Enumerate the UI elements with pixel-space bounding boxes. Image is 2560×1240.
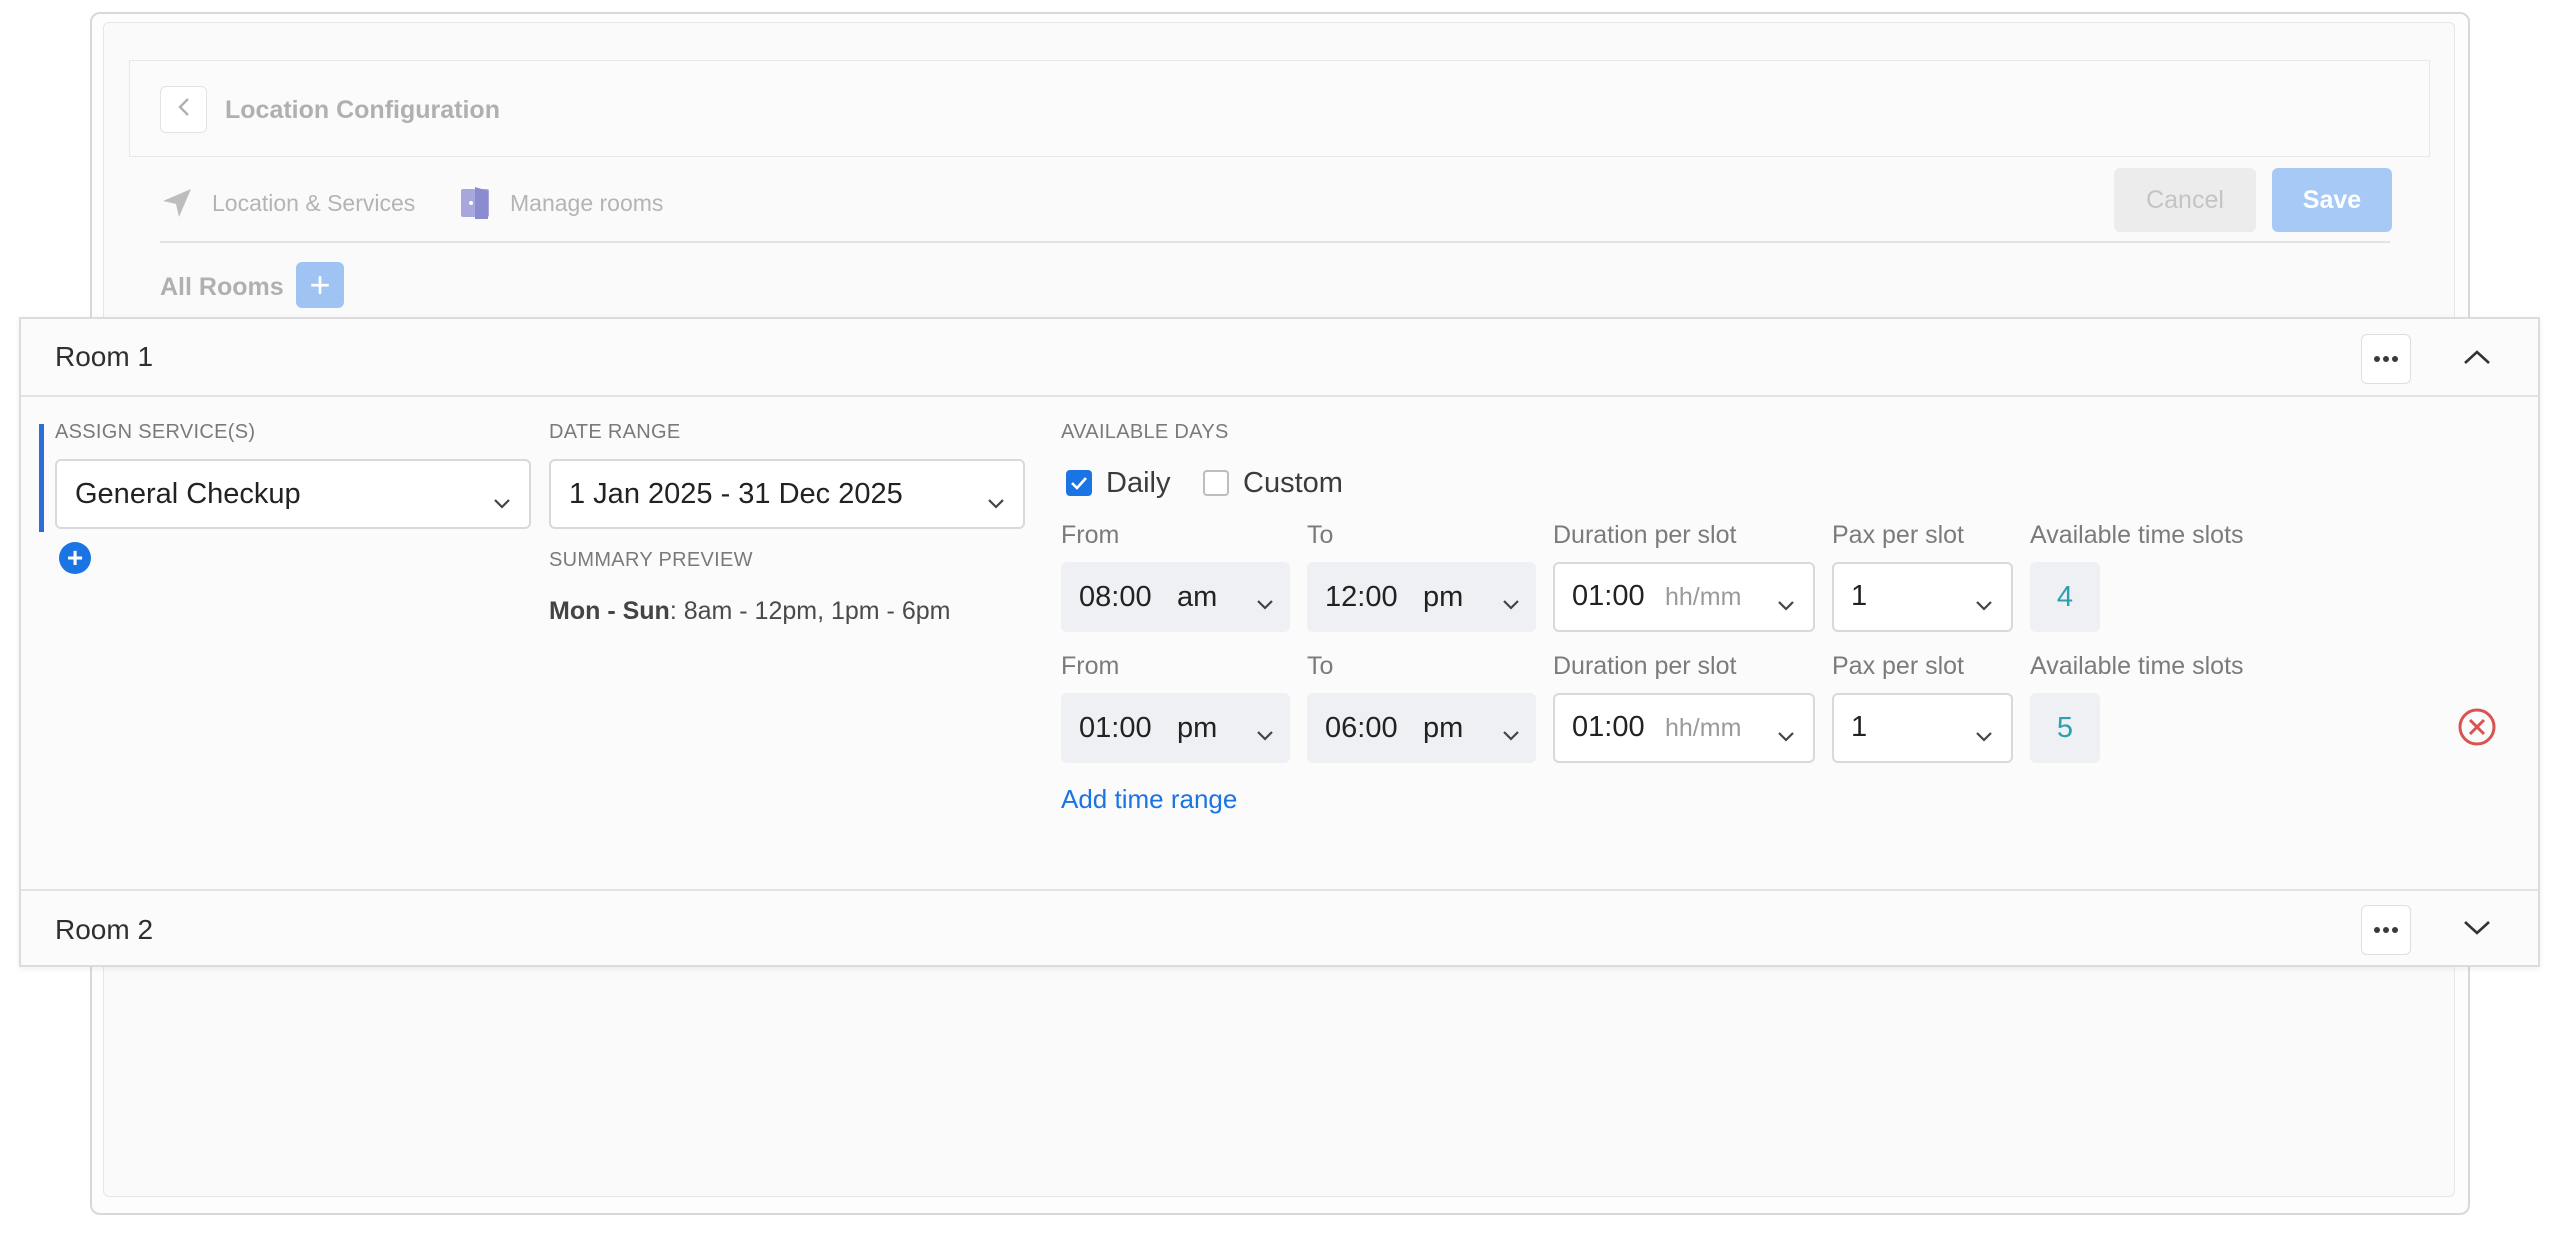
active-indicator bbox=[39, 424, 44, 532]
room2-header[interactable]: Room 2 bbox=[21, 889, 2538, 967]
chevron-down-icon bbox=[1975, 587, 1993, 620]
date-range-label: DATE RANGE bbox=[549, 421, 681, 443]
tabs-divider bbox=[160, 241, 2390, 243]
page-title: Location Configuration bbox=[225, 96, 500, 124]
pax-select[interactable]: 1 bbox=[1832, 562, 2013, 632]
available-days-label: AVAILABLE DAYS bbox=[1061, 421, 1229, 443]
remove-time-range-icon[interactable] bbox=[2457, 707, 2497, 747]
from-time-value: 08:00 bbox=[1079, 580, 1152, 613]
back-button[interactable] bbox=[160, 86, 207, 133]
tab-label: Location & Services bbox=[212, 189, 416, 216]
add-time-range-link[interactable]: Add time range bbox=[1061, 782, 1237, 816]
tab-location-services[interactable]: Location & Services bbox=[160, 183, 415, 223]
chevron-up-icon bbox=[2463, 349, 2491, 370]
navigation-arrow-icon bbox=[160, 186, 194, 220]
date-range-value: 1 Jan 2025 - 31 Dec 2025 bbox=[569, 477, 903, 510]
pax-label: Pax per slot bbox=[1832, 521, 1965, 549]
available-slots-count: 5 bbox=[2030, 693, 2100, 763]
from-time-select[interactable]: 01:00 pm bbox=[1061, 693, 1290, 763]
from-period-value: am bbox=[1177, 580, 1218, 613]
to-period-value: pm bbox=[1423, 711, 1464, 744]
more-horizontal-icon bbox=[2373, 921, 2399, 939]
chevron-down-icon bbox=[987, 485, 1005, 518]
from-time-select[interactable]: 08:00 am bbox=[1061, 562, 1290, 632]
daily-checkbox[interactable]: Daily bbox=[1066, 463, 1170, 503]
duration-select[interactable]: 01:00 hh/mm bbox=[1553, 693, 1815, 763]
duration-select[interactable]: 01:00 hh/mm bbox=[1553, 562, 1815, 632]
pax-value: 1 bbox=[1851, 711, 1868, 743]
from-period-value: pm bbox=[1177, 711, 1218, 744]
room1-header[interactable]: Room 1 bbox=[21, 319, 2538, 397]
add-service-icon[interactable]: + bbox=[59, 542, 91, 574]
to-time-select[interactable]: 12:00 pm bbox=[1307, 562, 1536, 632]
duration-value: 01:00 bbox=[1572, 711, 1645, 743]
chevron-down-icon bbox=[493, 485, 511, 518]
to-label: To bbox=[1307, 521, 1334, 549]
chevron-down-icon bbox=[1975, 718, 1993, 751]
pax-label: Pax per slot bbox=[1832, 652, 1965, 680]
all-rooms-heading: All Rooms bbox=[160, 273, 284, 301]
summary-preview-label: SUMMARY PREVIEW bbox=[549, 549, 753, 571]
service-value: General Checkup bbox=[75, 477, 301, 510]
to-label: To bbox=[1307, 652, 1334, 680]
from-label: From bbox=[1061, 521, 1120, 549]
date-range-select[interactable]: 1 Jan 2025 - 31 Dec 2025 bbox=[549, 459, 1025, 529]
pax-value: 1 bbox=[1851, 580, 1868, 612]
room2-more-button[interactable] bbox=[2361, 905, 2411, 955]
duration-label: Duration per slot bbox=[1553, 521, 1737, 549]
daily-label: Daily bbox=[1106, 466, 1171, 499]
custom-checkbox[interactable]: Custom bbox=[1203, 463, 1343, 503]
save-button[interactable]: Save bbox=[2272, 168, 2392, 232]
summary-times: : 8am - 12pm, 1pm - 6pm bbox=[669, 597, 951, 625]
slots-label: Available time slots bbox=[2030, 652, 2244, 680]
chevron-down-icon bbox=[2463, 920, 2491, 941]
from-label: From bbox=[1061, 652, 1120, 680]
chevron-down-icon bbox=[1256, 586, 1274, 619]
checkbox-unchecked-icon bbox=[1203, 470, 1229, 496]
room2-title: Room 2 bbox=[55, 914, 154, 945]
duration-unit: hh/mm bbox=[1665, 583, 1742, 611]
slots-label: Available time slots bbox=[2030, 521, 2244, 549]
to-time-select[interactable]: 06:00 pm bbox=[1307, 693, 1536, 763]
chevron-down-icon bbox=[1256, 717, 1274, 750]
room1-title: Room 1 bbox=[55, 341, 154, 372]
chevron-down-icon bbox=[1502, 717, 1520, 750]
room1-collapse-button[interactable] bbox=[2451, 337, 2503, 381]
to-time-value: 06:00 bbox=[1325, 711, 1398, 744]
add-room-button[interactable]: + bbox=[296, 262, 344, 308]
chevron-down-icon bbox=[1777, 587, 1795, 620]
pax-select[interactable]: 1 bbox=[1832, 693, 2013, 763]
checkbox-checked-icon bbox=[1066, 470, 1092, 496]
tab-label: Manage rooms bbox=[510, 189, 664, 216]
to-period-value: pm bbox=[1423, 580, 1464, 613]
door-icon bbox=[458, 186, 492, 220]
custom-label: Custom bbox=[1243, 466, 1343, 499]
room1-more-button[interactable] bbox=[2361, 334, 2411, 384]
assign-services-label: ASSIGN SERVICE(S) bbox=[55, 421, 256, 443]
more-horizontal-icon bbox=[2373, 350, 2399, 368]
chevron-left-icon bbox=[177, 94, 191, 125]
rooms-panel: Room 1 ASSIGN SERVICE(S) General Checkup… bbox=[19, 317, 2540, 967]
tab-manage-rooms[interactable]: Manage rooms bbox=[458, 183, 663, 223]
service-select[interactable]: General Checkup bbox=[55, 459, 531, 529]
duration-unit: hh/mm bbox=[1665, 714, 1742, 742]
chevron-down-icon bbox=[1502, 586, 1520, 619]
to-time-value: 12:00 bbox=[1325, 580, 1398, 613]
summary-days: Mon - Sun bbox=[549, 597, 670, 625]
chevron-down-icon bbox=[1777, 718, 1795, 751]
cancel-button[interactable]: Cancel bbox=[2114, 168, 2256, 232]
duration-value: 01:00 bbox=[1572, 580, 1645, 612]
summary-preview: Mon - Sun: 8am - 12pm, 1pm - 6pm bbox=[549, 594, 950, 628]
room2-expand-button[interactable] bbox=[2451, 908, 2503, 952]
from-time-value: 01:00 bbox=[1079, 711, 1152, 744]
available-slots-count: 4 bbox=[2030, 562, 2100, 632]
duration-label: Duration per slot bbox=[1553, 652, 1737, 680]
